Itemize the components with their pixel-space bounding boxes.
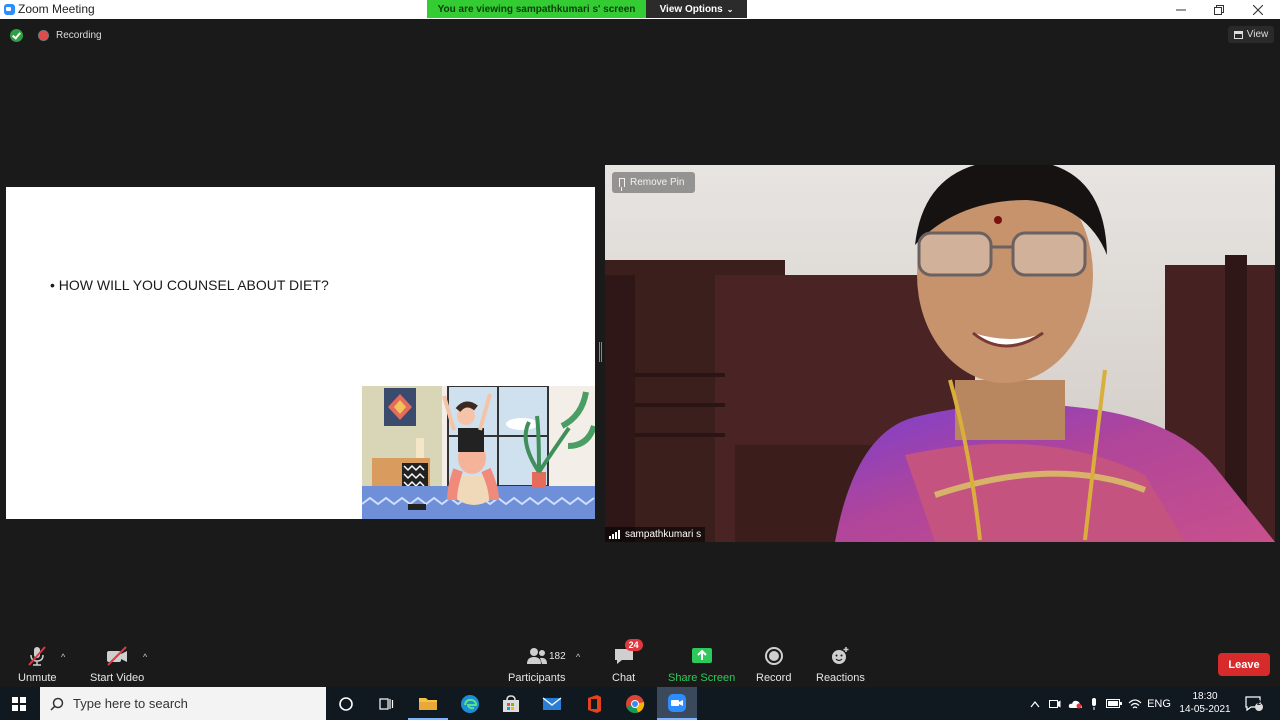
record-label: Record bbox=[756, 672, 792, 684]
task-view-icon bbox=[379, 697, 394, 710]
restore-icon bbox=[1214, 4, 1224, 15]
signal-strength-icon bbox=[609, 530, 620, 539]
search-placeholder: Type here to search bbox=[73, 696, 188, 711]
view-options-button[interactable]: View Options ⌄ bbox=[646, 0, 747, 18]
share-screen-button[interactable]: Share Screen bbox=[668, 645, 735, 684]
store-icon bbox=[503, 694, 519, 712]
recording-label: Recording bbox=[56, 30, 102, 41]
share-screen-icon bbox=[691, 645, 713, 667]
reactions-label: Reactions bbox=[816, 672, 865, 684]
close-icon bbox=[1253, 4, 1263, 15]
pin-icon bbox=[619, 178, 625, 191]
participants-options-caret[interactable]: ^ bbox=[576, 652, 580, 662]
wifi-icon bbox=[1128, 698, 1142, 708]
viewing-screen-message: You are viewing sampathkumari s' screen bbox=[427, 0, 646, 18]
zoom-taskbar-button[interactable] bbox=[657, 687, 697, 720]
chat-label: Chat bbox=[612, 672, 636, 684]
battery-tray-button[interactable] bbox=[1104, 687, 1124, 720]
slide-illustration bbox=[362, 386, 595, 519]
view-button[interactable]: View bbox=[1228, 26, 1274, 43]
cortana-button[interactable] bbox=[326, 687, 366, 720]
onedrive-tray-button[interactable] bbox=[1066, 687, 1084, 720]
close-button[interactable] bbox=[1239, 0, 1277, 19]
edge-icon bbox=[461, 694, 479, 713]
microphone-icon bbox=[1092, 697, 1096, 710]
gallery-view-icon bbox=[1233, 30, 1243, 39]
remove-pin-button[interactable]: Remove Pin bbox=[612, 172, 695, 193]
unmute-label: Unmute bbox=[18, 672, 57, 684]
slide-bullet-text: • HOW WILL YOU COUNSEL ABOUT DIET? bbox=[50, 277, 329, 293]
mail-icon bbox=[542, 696, 562, 710]
meet-now-icon bbox=[1049, 699, 1061, 708]
clock-date: 14-05-2021 bbox=[1179, 704, 1231, 715]
chrome-button[interactable] bbox=[615, 687, 655, 720]
mail-button[interactable] bbox=[532, 687, 572, 720]
participant-name-tag: sampathkumari s bbox=[605, 527, 706, 542]
recording-icon bbox=[39, 31, 48, 40]
participants-count: 182 bbox=[549, 651, 566, 662]
maximize-button[interactable] bbox=[1200, 0, 1238, 19]
leave-button[interactable]: Leave bbox=[1218, 653, 1270, 676]
participant-video: Remove Pin bbox=[605, 165, 1275, 542]
zoom-icon bbox=[668, 693, 686, 712]
participants-icon bbox=[526, 645, 548, 667]
chat-icon: 24 bbox=[613, 639, 643, 667]
office-icon bbox=[588, 694, 601, 713]
remove-pin-label: Remove Pin bbox=[630, 177, 685, 188]
screen-share-banner: You are viewing sampathkumari s' screen … bbox=[427, 0, 747, 18]
minimize-button[interactable] bbox=[1162, 0, 1200, 19]
tray-overflow-button[interactable] bbox=[1026, 687, 1044, 720]
cortana-icon bbox=[339, 696, 353, 711]
share-screen-label: Share Screen bbox=[668, 672, 736, 684]
notification-count: 2 bbox=[1257, 700, 1261, 707]
reactions-button[interactable]: Reactions bbox=[816, 645, 865, 684]
folder-icon bbox=[419, 697, 437, 710]
taskbar-search-box[interactable]: Type here to search bbox=[40, 687, 326, 720]
start-video-label: Start Video bbox=[90, 672, 145, 684]
store-button[interactable] bbox=[491, 687, 531, 720]
start-video-button[interactable]: Start Video bbox=[90, 645, 144, 684]
chat-unread-badge: 24 bbox=[624, 639, 643, 651]
windows-taskbar: Type here to search ENG 18:30 14-05-2021… bbox=[0, 687, 1280, 720]
windows-start-icon[interactable] bbox=[12, 697, 26, 711]
record-icon bbox=[763, 645, 785, 667]
microphone-tray-button[interactable] bbox=[1086, 687, 1102, 720]
participants-label: Participants bbox=[508, 672, 566, 684]
video-feed bbox=[605, 165, 1275, 542]
view-label: View bbox=[1246, 29, 1269, 40]
chrome-icon bbox=[626, 694, 645, 713]
meet-now-tray-button[interactable] bbox=[1046, 687, 1064, 720]
split-divider-handle[interactable] bbox=[599, 342, 602, 362]
unmute-button[interactable]: Unmute bbox=[18, 645, 57, 684]
task-view-button[interactable] bbox=[366, 687, 406, 720]
office-button[interactable] bbox=[574, 687, 614, 720]
cloud-error-icon bbox=[1068, 700, 1082, 708]
network-tray-button[interactable] bbox=[1126, 687, 1144, 720]
clock-time: 18:30 bbox=[1192, 691, 1218, 702]
chat-button[interactable]: 24 Chat bbox=[612, 639, 643, 684]
battery-icon bbox=[1106, 699, 1122, 708]
muted-microphone-icon bbox=[26, 645, 48, 667]
file-explorer-button[interactable] bbox=[408, 687, 448, 720]
view-options-label: View Options bbox=[659, 3, 723, 15]
shared-screen-slide: • HOW WILL YOU COUNSEL ABOUT DIET? bbox=[6, 187, 595, 519]
participant-name: sampathkumari s bbox=[625, 529, 702, 540]
search-icon bbox=[50, 697, 64, 711]
record-button[interactable]: Record bbox=[756, 645, 791, 684]
chevron-down-icon: ⌄ bbox=[726, 4, 734, 14]
zoom-app-icon bbox=[4, 4, 15, 15]
edge-browser-button[interactable] bbox=[450, 687, 490, 720]
security-shield-icon[interactable] bbox=[10, 29, 23, 42]
minimize-icon bbox=[1176, 9, 1186, 10]
taskbar-clock[interactable]: 18:30 14-05-2021 bbox=[1175, 690, 1235, 716]
chevron-up-icon bbox=[1030, 700, 1040, 707]
video-off-icon bbox=[105, 645, 129, 667]
audio-options-caret[interactable]: ^ bbox=[61, 652, 65, 662]
language-indicator[interactable]: ENG bbox=[1146, 687, 1172, 720]
notifications-button[interactable]: 2 bbox=[1242, 687, 1266, 720]
video-options-caret[interactable]: ^ bbox=[143, 652, 147, 662]
reactions-icon bbox=[829, 645, 851, 667]
window-title: Zoom Meeting bbox=[18, 2, 95, 16]
